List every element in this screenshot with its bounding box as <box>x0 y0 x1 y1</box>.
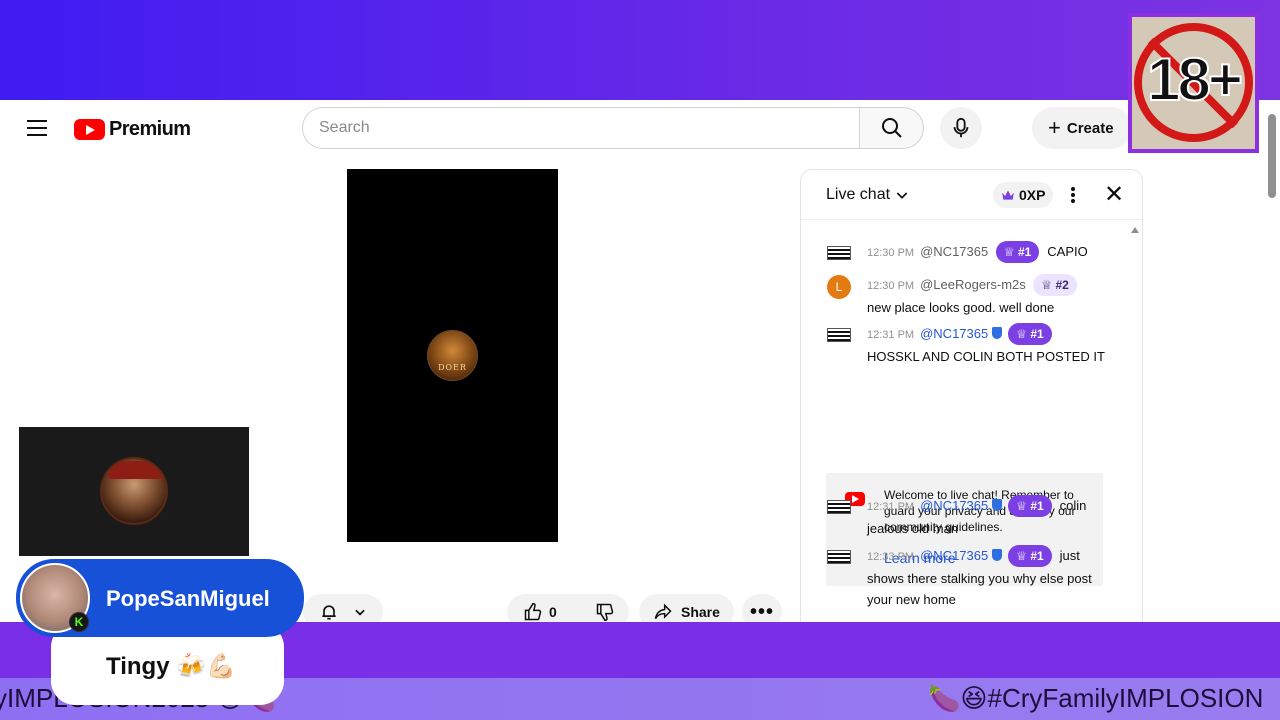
rank-label: #1 <box>1030 327 1044 341</box>
streamer-avatar <box>100 457 168 525</box>
verified-shield-icon <box>992 549 1003 561</box>
user-avatar: L <box>827 275 851 299</box>
message-time: 12:30 PM <box>867 247 915 259</box>
chevron-down-icon <box>896 192 908 199</box>
share-button[interactable]: Share <box>639 594 734 622</box>
rank-label: #1 <box>1017 245 1032 259</box>
yt-header: Premium Search + Create <box>0 100 1280 156</box>
chat-message: 12:33 PM @NC17365 ♕ #1 just shows there sta… <box>827 545 1117 610</box>
youtube-premium-logo[interactable]: Premium <box>74 118 191 141</box>
subscribe-bell-button[interactable] <box>303 594 383 622</box>
chat-scroll-up-icon[interactable] <box>1131 227 1139 233</box>
search-button[interactable] <box>860 107 924 149</box>
xp-badge[interactable]: 0XP <box>993 182 1054 208</box>
webcam-box <box>19 427 249 556</box>
rank-badge: ♕ #1 <box>1008 495 1052 517</box>
rank-badge: ♕ #1 <box>1008 545 1052 567</box>
close-icon[interactable]: ✕ <box>1104 183 1124 207</box>
message-author[interactable]: @LeeRogers-m2s <box>920 277 1026 292</box>
message-time: 12:33 PM <box>867 551 915 563</box>
channel-logo-text: DOER <box>438 363 467 372</box>
chat-alert-message: Tingy 🍻💪🏻 <box>106 653 236 680</box>
age-rating-text: 18+ <box>1146 45 1244 114</box>
verified-shield-icon <box>992 327 1003 339</box>
crown-icon <box>1002 190 1014 200</box>
menu-icon[interactable] <box>27 120 47 136</box>
thumbs-up-icon <box>524 602 542 621</box>
kick-icon: K <box>69 612 89 632</box>
rank-badge: ♕ #1 <box>1008 323 1052 345</box>
chat-message: L 12:30 PM @LeeRogers-m2s ♕ #2 new place … <box>827 274 1117 318</box>
message-author[interactable]: @NC17365 <box>920 326 988 341</box>
chat-message: 12:31 PM @NC17365 ♕ #1 HOSSKL AND COLIN BO… <box>827 323 1117 367</box>
brand-text: Premium <box>109 118 191 140</box>
chat-alert-name-tag: K PopeSanMiguel <box>16 559 304 637</box>
message-author[interactable]: @NC17365 <box>920 548 988 563</box>
search-bar: Search <box>302 107 924 149</box>
chevron-down-icon <box>355 609 365 616</box>
live-chat-panel: Live chat 0XP ✕ 12:30 PM @NC17365 ♕ #1 CAP… <box>800 169 1143 622</box>
live-chat-title: Live chat <box>826 186 891 203</box>
user-avatar <box>827 500 851 514</box>
plus-icon: + <box>1048 115 1061 140</box>
message-text: CAPIO <box>1047 244 1088 259</box>
message-text: new place looks good. well done <box>867 300 1055 315</box>
channel-logo: DOER <box>427 330 478 381</box>
video-player[interactable]: DOER <box>347 169 558 542</box>
xp-value: 0XP <box>1019 187 1046 203</box>
thumbs-down-icon <box>596 603 614 622</box>
chat-message: 12:30 PM @NC17365 ♕ #1 CAPIO <box>827 241 1117 264</box>
dislike-button[interactable] <box>595 602 615 622</box>
ticker-text-right: 🍆😆#CryFamilyIMPLOSION <box>928 683 1264 713</box>
rank-badge: ♕ #2 <box>1033 274 1077 296</box>
create-label: Create <box>1066 119 1114 137</box>
message-author[interactable]: @NC17365 <box>920 244 988 259</box>
share-label: Share <box>681 604 720 620</box>
rank-badge: ♕ #1 <box>995 241 1040 263</box>
rank-label: #1 <box>1030 499 1044 513</box>
live-chat-mode-dropdown[interactable]: Live chat <box>826 186 910 204</box>
scrollbar-thumb[interactable] <box>1268 114 1276 198</box>
more-icon: ••• <box>749 600 774 623</box>
message-time: 12:31 PM <box>867 501 915 513</box>
share-icon <box>654 603 672 620</box>
user-avatar <box>827 550 851 564</box>
like-count: 0 <box>549 604 557 620</box>
rank-label: #2 <box>1055 278 1069 292</box>
message-author[interactable]: @NC17365 <box>920 498 988 513</box>
bell-icon <box>322 605 336 620</box>
search-icon <box>881 118 902 138</box>
more-actions-button[interactable]: ••• <box>742 594 782 622</box>
chat-message: 12:31 PM @NC17365 ♕ #1 colin jealous old ma… <box>827 495 1117 539</box>
message-time: 12:31 PM <box>867 329 915 341</box>
voice-search-button[interactable] <box>940 107 982 149</box>
verified-shield-icon <box>992 499 1003 511</box>
user-avatar <box>827 246 851 260</box>
age-rating-badge: 18+ <box>1128 13 1259 153</box>
chat-options-icon[interactable] <box>1065 184 1081 206</box>
search-input[interactable]: Search <box>302 107 860 149</box>
like-dislike-group: 0 <box>507 594 629 622</box>
page-scrollbar[interactable] <box>1264 100 1280 622</box>
message-time: 12:30 PM <box>867 280 915 292</box>
rank-label: #1 <box>1030 549 1044 563</box>
youtube-play-icon <box>74 119 105 140</box>
chat-alert-username: PopeSanMiguel <box>106 586 270 611</box>
create-button[interactable]: + Create <box>1032 107 1132 149</box>
message-text: HOSSKL AND COLIN BOTH POSTED IT <box>867 349 1105 364</box>
microphone-icon <box>953 117 969 138</box>
like-button[interactable]: 0 <box>523 602 557 622</box>
user-avatar <box>827 328 851 342</box>
top-banner <box>0 0 1280 100</box>
live-chat-header: Live chat 0XP ✕ <box>801 170 1142 220</box>
